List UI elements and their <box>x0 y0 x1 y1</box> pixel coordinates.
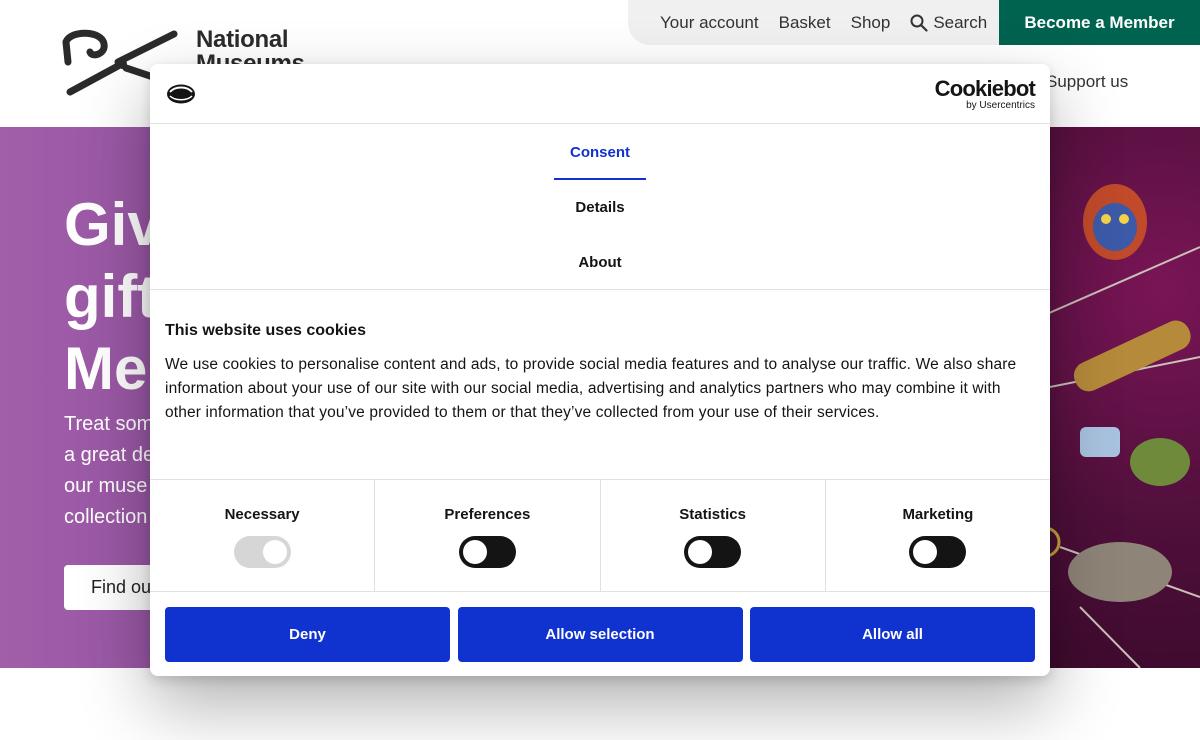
toggle-necessary: Necessary <box>150 480 376 591</box>
switch-knob <box>262 540 287 564</box>
your-account-link[interactable]: Your account <box>660 13 759 33</box>
dialog-tabs: Consent Details About <box>150 125 1050 290</box>
consent-description: We use cookies to personalise content an… <box>165 356 1017 421</box>
consent-actions: Deny Allow selection Allow all <box>165 607 1035 662</box>
toggle-label: Necessary <box>224 506 300 523</box>
statistics-switch[interactable] <box>684 536 742 568</box>
search-label: Search <box>933 12 988 32</box>
allow-selection-button[interactable]: Allow selection <box>457 607 743 662</box>
toggle-label: Statistics <box>679 506 746 523</box>
toggle-preferences: Preferences <box>375 480 601 591</box>
toggle-statistics: Statistics <box>601 480 826 591</box>
search-link[interactable]: Search <box>910 13 987 33</box>
toggle-marketing: Marketing <box>826 480 1050 591</box>
allow-all-button[interactable]: Allow all <box>750 607 1035 662</box>
search-icon <box>910 14 928 32</box>
toggle-label: Preferences <box>444 506 531 523</box>
switch-knob <box>688 540 713 564</box>
deny-button[interactable]: Deny <box>165 607 450 662</box>
cookie-category-toggles: Necessary Preferences Statistics Marketi… <box>150 479 1050 592</box>
consent-heading: This website uses cookies <box>165 322 366 339</box>
cookie-consent-dialog: Cookiebot by Usercentrics Consent Detail… <box>150 64 1050 676</box>
consent-body: This website uses cookies We use cookies… <box>165 322 1025 425</box>
logo-line-2: Museums <box>196 52 305 64</box>
marketing-switch[interactable] <box>909 536 967 568</box>
cookiebot-wordmark: Cookiebot <box>934 76 1036 101</box>
shop-link[interactable]: Shop <box>851 13 891 33</box>
logo-wordmark: National Museums <box>196 28 305 64</box>
basket-link[interactable]: Basket <box>779 13 831 33</box>
tab-consent[interactable]: Consent <box>150 125 1050 180</box>
cookiebot-logo[interactable]: Cookiebot by Usercentrics <box>934 76 1036 111</box>
tab-about[interactable]: About <box>150 235 1050 290</box>
support-us-link[interactable]: Support us <box>1046 72 1128 92</box>
tab-details[interactable]: Details <box>150 180 1050 235</box>
utility-nav: Your account Basket Shop Search Become a… <box>628 0 1200 45</box>
become-member-button[interactable]: Become a Member <box>999 0 1200 45</box>
dialog-header: Cookiebot by Usercentrics <box>150 64 1050 124</box>
logo-line-1: National <box>196 28 289 52</box>
preferences-switch[interactable] <box>458 536 516 568</box>
cookiebot-byline: by Usercentrics <box>966 100 1035 111</box>
switch-knob <box>462 540 487 564</box>
cookiebot-icon <box>167 84 195 104</box>
toggle-label: Marketing <box>902 506 974 523</box>
switch-knob <box>913 540 938 564</box>
necessary-switch <box>233 536 291 568</box>
